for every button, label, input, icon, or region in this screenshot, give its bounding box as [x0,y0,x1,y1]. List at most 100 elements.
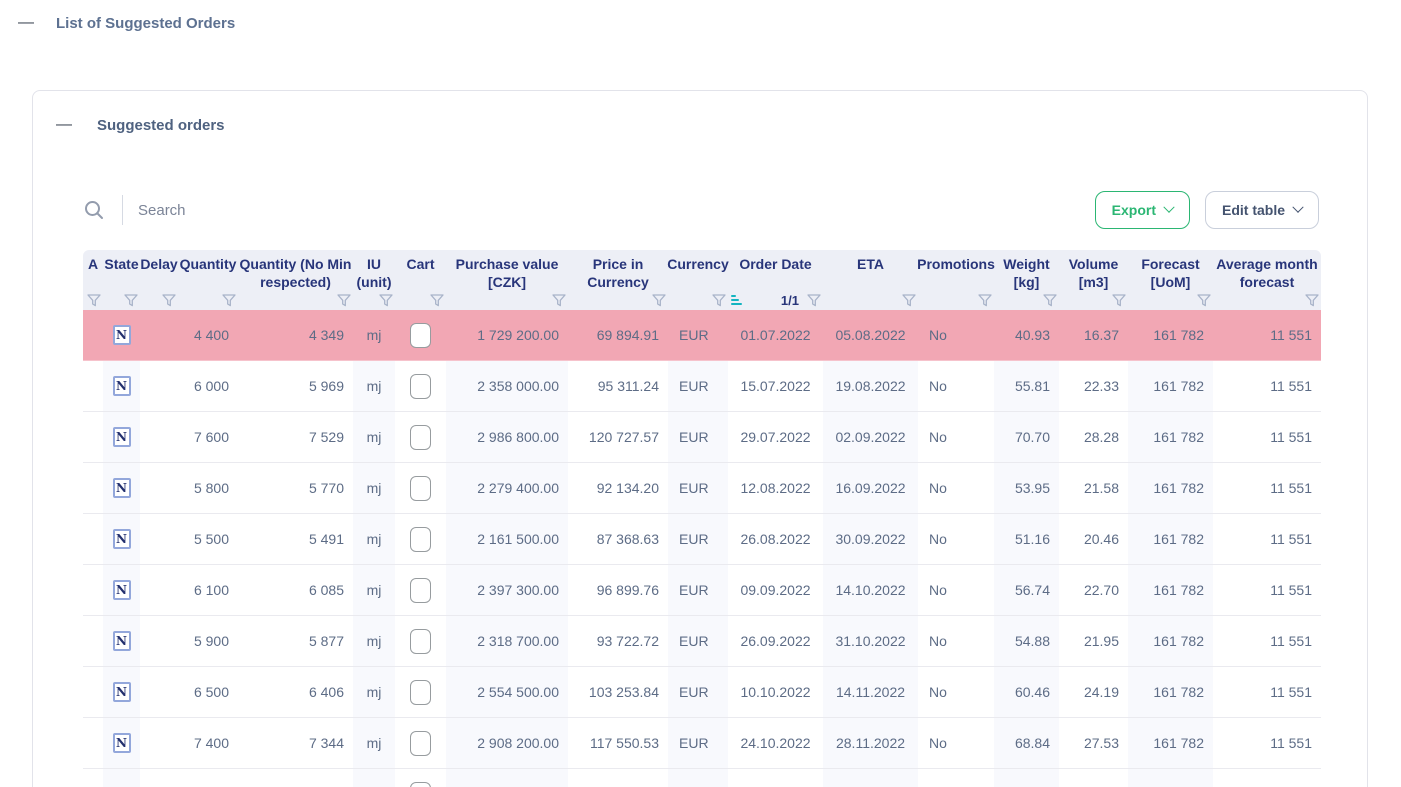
eta-cell: 14.11.2022 [823,667,918,717]
filter-funnel-icon[interactable] [124,294,138,307]
column-label[interactable]: Purchase value [CZK] [446,250,568,292]
table-column-header: Cart [395,250,446,310]
avg-month-forecast-cell [1213,769,1321,787]
table-row[interactable]: N 6 000 5 969 mj 2 358 000.00 95 311.24 … [83,361,1321,412]
filter-funnel-icon[interactable] [807,294,821,307]
cart-checkbox[interactable] [410,476,431,501]
filter-funnel-icon[interactable] [1043,294,1057,307]
state-new-icon: N [113,529,131,549]
order-date-cell: 10.10.2022 [728,667,823,717]
filter-funnel-icon[interactable] [337,294,351,307]
filter-funnel-icon[interactable] [978,294,992,307]
cart-checkbox[interactable] [410,323,431,348]
card-title: Suggested orders [97,117,225,134]
delay-cell [140,769,178,787]
divider [122,195,123,225]
page-header: — List of Suggested Orders [0,0,1401,32]
table-column-header: A [83,250,103,310]
order-date-cell: 12.08.2022 [728,463,823,513]
filter-funnel-icon[interactable] [162,294,176,307]
collapse-toggle-icon[interactable]: — [56,116,72,134]
column-label[interactable]: Quantity [178,250,238,292]
quantity-no-min-cell: 6 406 [238,667,353,717]
column-label[interactable]: Promotions [918,250,994,292]
table-row[interactable]: N 6 100 6 085 mj 2 397 300.00 96 899.76 … [83,565,1321,616]
table-row[interactable]: N 5 500 5 491 mj 2 161 500.00 87 368.63 … [83,514,1321,565]
filter-funnel-icon[interactable] [222,294,236,307]
filter-funnel-icon[interactable] [430,294,444,307]
filter-funnel-icon[interactable] [1197,294,1211,307]
filter-funnel-icon[interactable] [712,294,726,307]
column-label[interactable]: Forecast [UoM] [1128,250,1213,292]
state-cell [103,769,140,787]
table-row[interactable] [83,769,1321,787]
filter-funnel-icon[interactable] [652,294,666,307]
column-label[interactable]: Cart [395,250,446,292]
column-label[interactable]: IU (unit) [353,250,395,292]
column-filter-cell [1059,292,1128,310]
cart-checkbox[interactable] [410,680,431,705]
export-button-label: Export [1112,202,1156,218]
edit-table-button[interactable]: Edit table [1205,191,1319,229]
filter-funnel-icon[interactable] [552,294,566,307]
currency-cell: EUR [668,361,728,411]
filter-funnel-icon[interactable] [902,294,916,307]
order-date-cell: 24.10.2022 [728,718,823,768]
promotions-cell: No [918,616,994,666]
column-label[interactable]: Quantity (No Min respected) [238,250,353,292]
table-row[interactable]: N 5 900 5 877 mj 2 318 700.00 93 722.72 … [83,616,1321,667]
volume-cell: 20.46 [1059,514,1128,564]
column-label[interactable]: Volume [m3] [1059,250,1128,292]
quantity-no-min-cell: 5 877 [238,616,353,666]
promotions-cell: No [918,667,994,717]
cart-checkbox[interactable] [410,425,431,450]
column-label[interactable]: Delay [140,250,178,292]
a-cell [83,514,103,564]
avg-month-forecast-cell: 11 551 [1213,514,1321,564]
filter-funnel-icon[interactable] [379,294,393,307]
table-row[interactable]: N 7 600 7 529 mj 2 986 800.00 120 727.57… [83,412,1321,463]
column-filter-cell [103,292,140,310]
cart-checkbox[interactable] [410,527,431,552]
search-input[interactable] [138,202,1095,219]
column-filter-cell [568,292,668,310]
filter-funnel-icon[interactable] [1112,294,1126,307]
quantity-no-min-cell: 7 529 [238,412,353,462]
search-icon [83,199,105,221]
cart-checkbox[interactable] [410,731,431,756]
filter-funnel-icon[interactable] [1305,294,1319,307]
table-row[interactable]: N 5 800 5 770 mj 2 279 400.00 92 134.20 … [83,463,1321,514]
delay-cell [140,412,178,462]
column-label[interactable]: Price in Currency [568,250,668,292]
export-button[interactable]: Export [1095,191,1190,229]
cart-checkbox[interactable] [410,782,431,787]
quantity-cell: 4 400 [178,310,238,360]
column-label[interactable]: State [103,250,140,292]
iu-unit-cell: mj [353,463,395,513]
collapse-toggle-icon[interactable]: — [18,14,34,32]
cart-checkbox[interactable] [410,629,431,654]
table-row[interactable]: N 6 500 6 406 mj 2 554 500.00 103 253.84… [83,667,1321,718]
promotions-cell: No [918,361,994,411]
filter-funnel-icon[interactable] [87,294,101,307]
column-label[interactable]: Currency [668,250,728,292]
column-label[interactable]: A [83,250,103,292]
order-date-cell: 09.09.2022 [728,565,823,615]
table-row[interactable]: N 4 400 4 349 mj 1 729 200.00 69 894.91 … [83,310,1321,361]
price-in-currency-cell: 95 311.24 [568,361,668,411]
table-header-row: A State [83,250,1321,310]
column-label[interactable]: Average month forecast [1213,250,1321,292]
eta-cell: 05.08.2022 [823,310,918,360]
column-label[interactable]: Order Date [728,250,823,292]
column-label[interactable]: Weight [kg] [994,250,1059,292]
cart-checkbox[interactable] [410,374,431,399]
weight-cell: 55.81 [994,361,1059,411]
sort-control[interactable]: 1/1 [730,293,799,308]
order-date-cell: 26.09.2022 [728,616,823,666]
cart-cell [395,718,446,768]
suggested-orders-table: A State [83,250,1321,787]
state-new-icon: N [113,682,131,702]
column-label[interactable]: ETA [823,250,918,292]
cart-checkbox[interactable] [410,578,431,603]
table-row[interactable]: N 7 400 7 344 mj 2 908 200.00 117 550.53… [83,718,1321,769]
